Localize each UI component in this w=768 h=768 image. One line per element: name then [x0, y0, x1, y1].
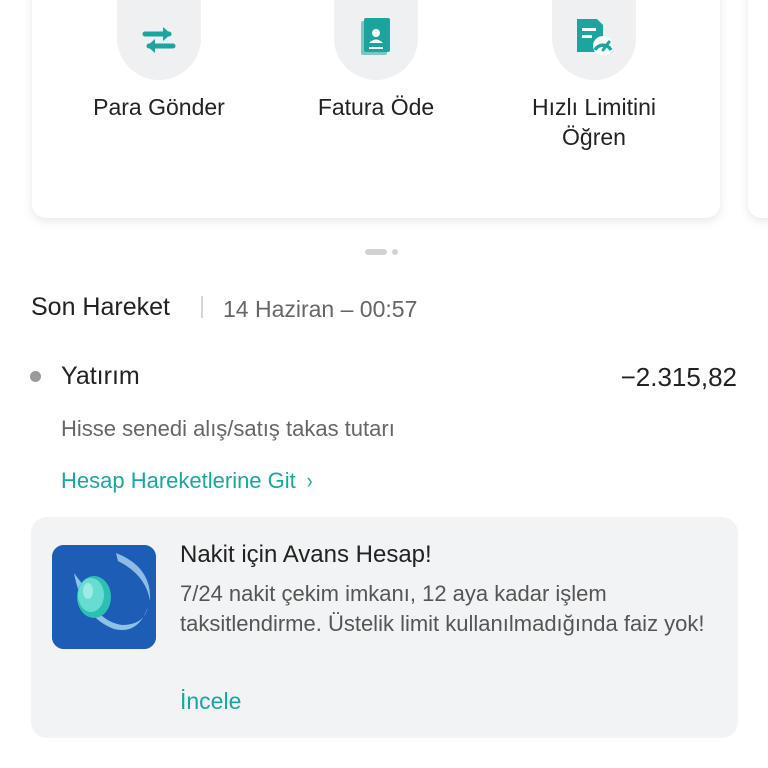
page-dot-active: [365, 249, 387, 255]
bill-receipt-icon: [334, 0, 418, 80]
quick-actions-card: Para Gönder Fatura Öde Hızlı Limitini Öğ…: [32, 0, 720, 218]
pay-bill-label: Fatura Öde: [317, 94, 435, 120]
transfer-arrows-icon: [117, 0, 201, 80]
next-card-peek[interactable]: [748, 0, 768, 218]
transaction-bullet: [30, 371, 41, 382]
promo-title: Nakit için Avans Hesap!: [180, 541, 432, 568]
promo-review-link[interactable]: İncele: [180, 688, 241, 715]
transaction-amount: −2.315,82: [620, 362, 737, 392]
coin-illustration-icon: [52, 545, 156, 649]
promo-card[interactable]: Nakit için Avans Hesap! 7/24 nakit çekim…: [31, 517, 738, 738]
pay-bill-button[interactable]: Fatura Öde: [266, 0, 486, 218]
page-indicator: [365, 249, 398, 255]
transaction-name[interactable]: Yatırım: [61, 362, 140, 391]
page-dot: [392, 249, 398, 255]
screen: Para Gönder Fatura Öde Hızlı Limitini Öğ…: [0, 0, 768, 768]
chevron-right-icon: ›: [306, 468, 313, 493]
transaction-description: Hisse senedi alış/satış takas tutarı: [61, 416, 395, 441]
last-transaction-title: Son Hareket: [31, 293, 170, 321]
account-history-label: Hesap Hareketlerine Git: [61, 468, 296, 493]
last-transaction-date: 14 Haziran – 00:57: [223, 296, 418, 322]
title-divider: [201, 296, 203, 318]
send-money-button[interactable]: Para Gönder: [49, 0, 269, 218]
check-limit-button[interactable]: Hızlı Limitini Öğren: [484, 0, 704, 218]
send-money-label: Para Gönder: [93, 94, 225, 120]
limit-gauge-icon: [552, 0, 636, 80]
promo-description: 7/24 nakit çekim imkanı, 12 aya kadar iş…: [180, 581, 705, 636]
check-limit-label: Hızlı Limitini Öğren: [532, 94, 656, 150]
account-history-link[interactable]: Hesap Hareketlerine Git ›: [61, 468, 313, 494]
